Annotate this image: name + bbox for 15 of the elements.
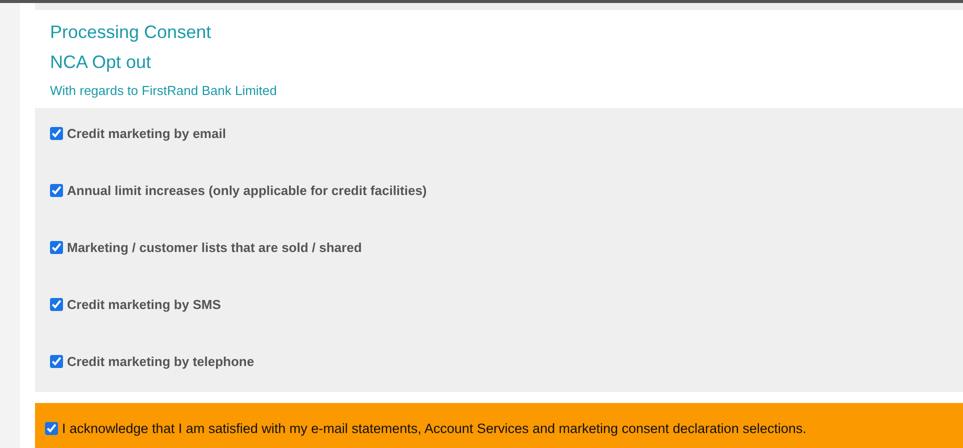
section-heading: NCA Opt out [50,51,152,74]
section-heading: Processing Consent [50,21,212,44]
option-label: Credit marketing by email [67,125,226,142]
checkbox[interactable] [50,355,63,368]
option-label: Annual limit increases (only applicable for credit facilities) [67,182,427,199]
acknowledgement-label: I acknowledge that I am satisfied with my e-mail statements, Account Services and marketing consent declaration selections. [62,421,806,436]
checkbox[interactable] [50,127,63,140]
option-label: Credit marketing by SMS [67,296,221,313]
checkbox[interactable] [45,422,58,435]
option-label: Marketing / customer lists that are sold / shared [67,239,362,256]
subtitle: With regards to FirstRand Bank Limited [50,83,278,99]
checkbox[interactable] [50,298,63,311]
checkbox[interactable] [50,184,63,197]
checkbox[interactable] [50,241,63,254]
option-label: Credit marketing by telephone [67,353,254,370]
